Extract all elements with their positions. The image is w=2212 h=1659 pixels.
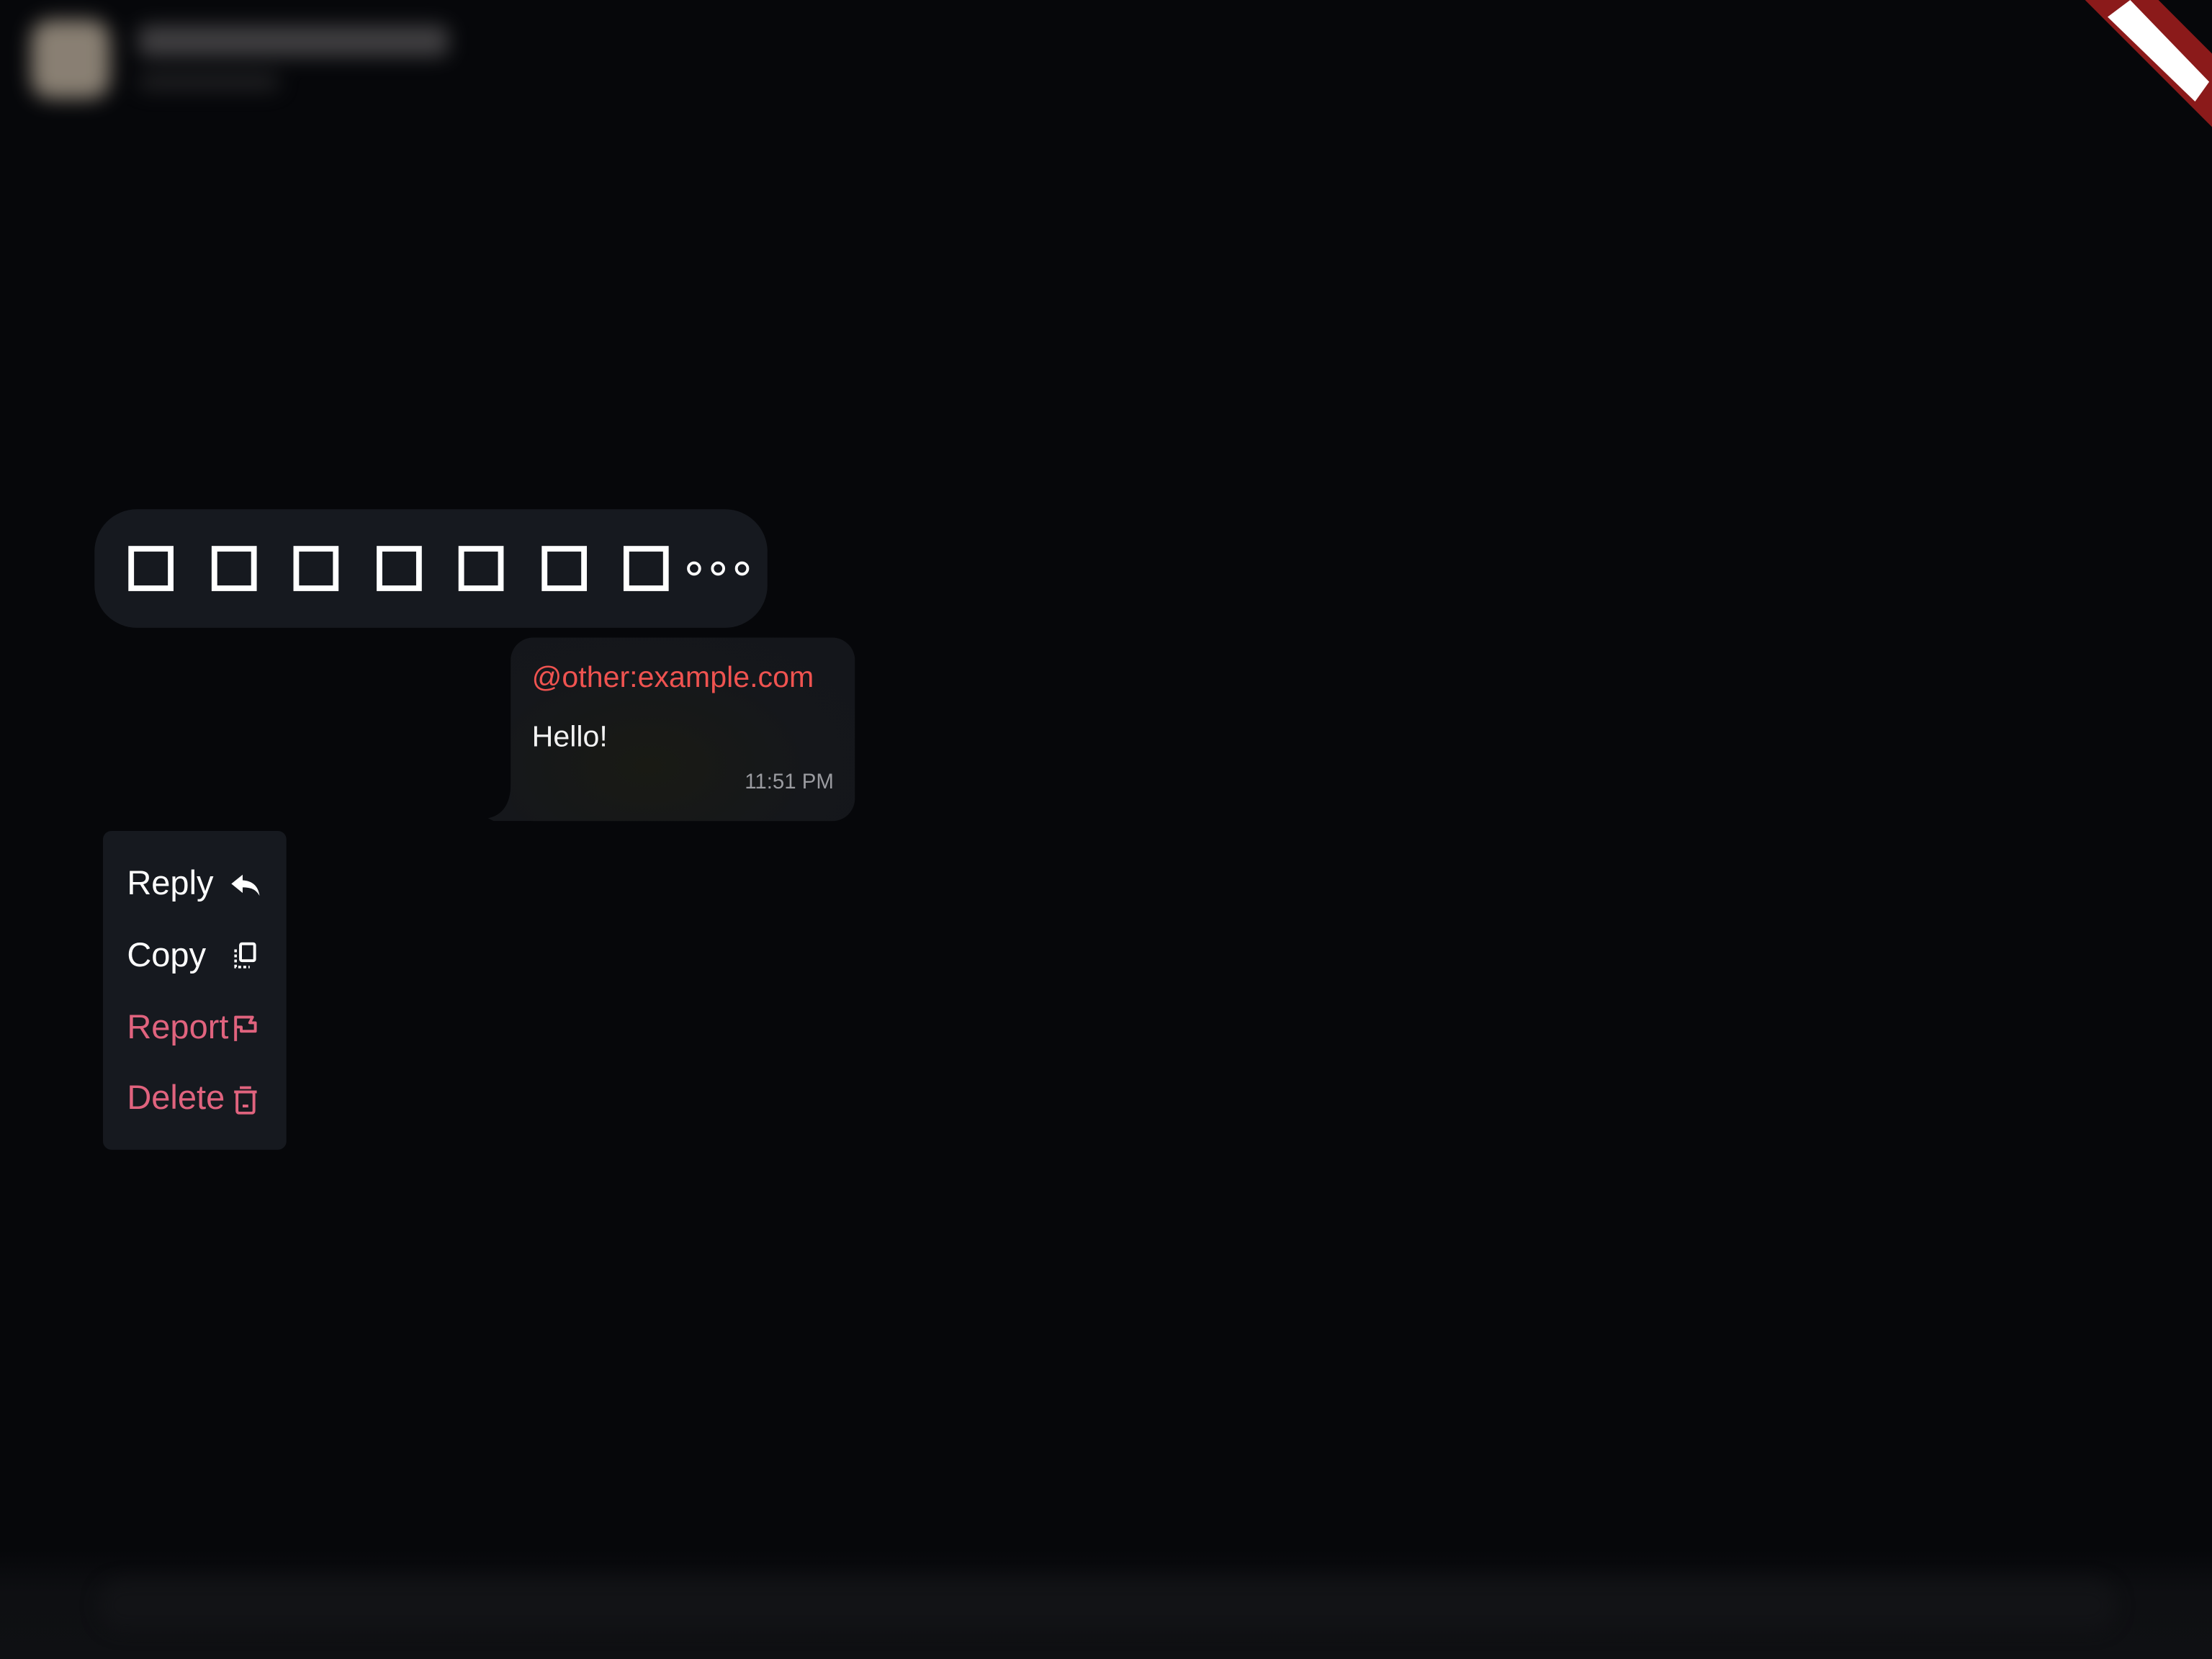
menu-item-label: Delete	[127, 1079, 225, 1118]
trash-icon	[234, 1086, 257, 1115]
missing-glyph-icon	[293, 546, 339, 591]
message-context-menu: Reply Copy Report Delete	[103, 830, 287, 1150]
reaction-button[interactable]	[450, 537, 512, 599]
reaction-button[interactable]	[367, 537, 429, 599]
menu-item-label: Report	[127, 1008, 229, 1047]
missing-glyph-icon	[376, 546, 421, 591]
reaction-button[interactable]	[533, 537, 595, 599]
reaction-button[interactable]	[615, 537, 677, 599]
room-header	[0, 0, 593, 127]
reaction-picker	[94, 509, 768, 628]
menu-item-reply[interactable]: Reply	[103, 850, 287, 915]
room-avatar	[31, 19, 110, 99]
reaction-button[interactable]	[202, 537, 264, 599]
message-input-placeholder	[99, 1580, 2116, 1631]
menu-item-copy[interactable]: Copy	[103, 922, 287, 987]
debug-banner	[2085, 0, 2212, 127]
message-timestamp: 11:51 PM	[745, 770, 834, 795]
menu-item-report[interactable]: Report	[103, 994, 287, 1059]
chat-screen: @other:example.com Hello! 11:51 PM Reply…	[0, 0, 2212, 1659]
room-title-placeholder	[138, 25, 449, 57]
missing-glyph-icon	[458, 546, 504, 591]
more-horizontal-icon	[710, 561, 725, 576]
flag-icon	[234, 1015, 257, 1041]
reaction-button[interactable]	[285, 537, 347, 599]
message-bubble[interactable]: @other:example.com Hello! 11:51 PM	[511, 637, 855, 822]
menu-item-delete[interactable]: Delete	[103, 1065, 287, 1130]
menu-item-label: Copy	[127, 936, 207, 975]
missing-glyph-icon	[210, 546, 256, 591]
room-subtitle-placeholder	[138, 73, 279, 91]
missing-glyph-icon	[541, 546, 587, 591]
more-horizontal-icon	[734, 561, 749, 576]
message-body: Hello!	[531, 721, 608, 754]
reply-icon	[231, 874, 260, 896]
reaction-button[interactable]	[120, 537, 182, 599]
menu-item-label: Reply	[127, 864, 214, 903]
missing-glyph-icon	[128, 546, 174, 591]
copy-icon	[234, 942, 256, 968]
missing-glyph-icon	[623, 546, 669, 591]
sender-name[interactable]: @other:example.com	[532, 660, 814, 697]
more-reactions-button[interactable]	[686, 537, 749, 599]
more-horizontal-icon	[686, 561, 701, 576]
